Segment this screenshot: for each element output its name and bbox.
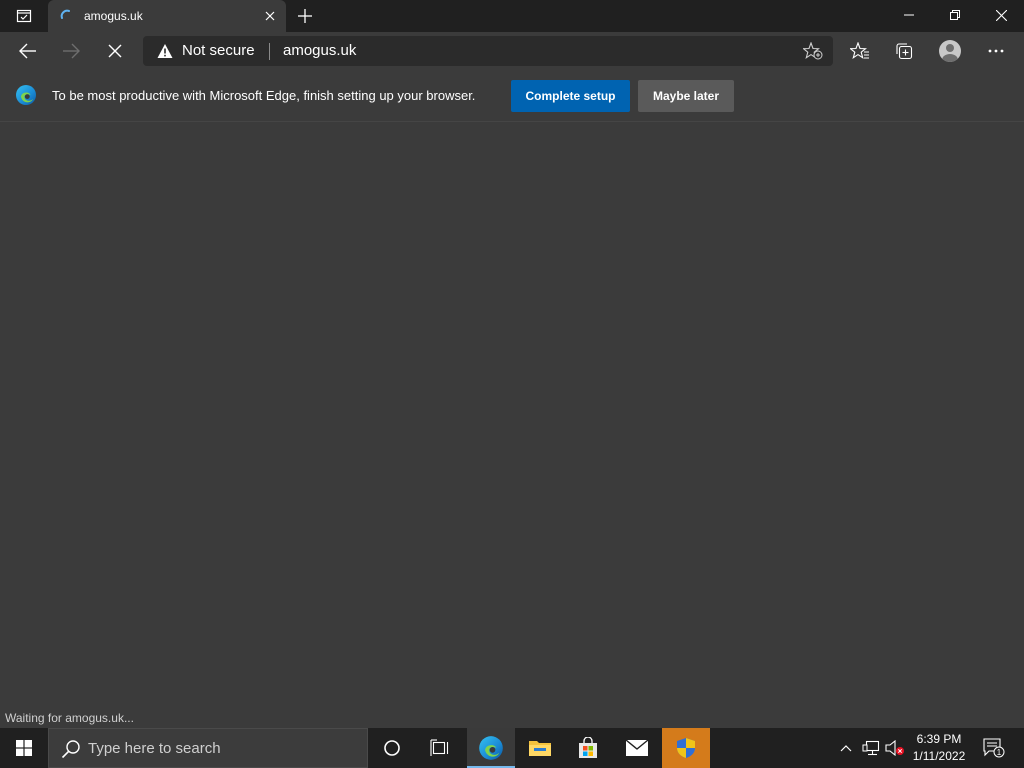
favorites-button[interactable] xyxy=(844,35,876,67)
tab-actions-button[interactable] xyxy=(8,4,40,28)
stop-loading-button[interactable] xyxy=(99,35,131,67)
page-content xyxy=(0,123,1024,728)
restore-icon xyxy=(950,10,960,20)
task-view-button[interactable] xyxy=(416,728,464,768)
clock-time: 6:39 PM xyxy=(916,732,962,746)
notification-count: 1 xyxy=(997,748,1002,757)
folder-icon xyxy=(529,741,551,756)
cortana-button[interactable] xyxy=(368,728,416,768)
tab-actions-icon xyxy=(16,9,32,23)
start-button[interactable] xyxy=(0,728,48,768)
new-tab-button[interactable] xyxy=(292,4,318,28)
loading-spinner-icon xyxy=(60,9,70,19)
chevron-up-icon xyxy=(840,745,852,752)
stop-icon xyxy=(108,44,122,58)
close-window-button[interactable] xyxy=(978,0,1024,30)
minimize-button[interactable] xyxy=(886,0,932,30)
settings-and-more-button[interactable] xyxy=(980,35,1012,67)
arrow-right-icon xyxy=(63,43,80,59)
shield-icon xyxy=(677,738,695,758)
taskbar: Type here to search 6:39 PM 1/11/2022 1 xyxy=(0,728,1024,768)
status-bubble: Waiting for amogus.uk... xyxy=(0,708,139,728)
collections-button[interactable] xyxy=(888,35,920,67)
edge-logo-icon xyxy=(16,85,36,105)
avatar xyxy=(939,40,961,62)
tab-close-button[interactable] xyxy=(262,8,278,24)
taskbar-security-button[interactable] xyxy=(662,728,710,768)
clock-date: 1/11/2022 xyxy=(912,749,966,763)
maybe-later-button[interactable]: Maybe later xyxy=(638,80,734,112)
address-separator xyxy=(269,43,270,60)
title-bar: amogus.uk xyxy=(0,0,1024,32)
setup-infobar: To be most productive with Microsoft Edg… xyxy=(0,70,1024,122)
url-text[interactable]: amogus.uk xyxy=(283,42,356,59)
profile-button[interactable] xyxy=(934,35,966,67)
plus-icon xyxy=(298,9,312,23)
navigation-toolbar: Not secure amogus.uk xyxy=(0,32,1024,70)
complete-setup-button[interactable]: Complete setup xyxy=(511,80,630,112)
notification-icon: 1 xyxy=(983,738,1005,758)
edge-icon xyxy=(479,736,503,760)
more-icon xyxy=(988,49,1004,53)
taskbar-mail-button[interactable] xyxy=(613,728,661,768)
search-icon xyxy=(61,740,80,759)
back-button[interactable] xyxy=(12,35,44,67)
taskbar-search-box[interactable]: Type here to search xyxy=(48,728,368,768)
star-add-icon xyxy=(803,42,823,60)
task-view-icon xyxy=(430,739,449,756)
taskbar-edge-button[interactable] xyxy=(467,728,515,768)
restore-button[interactable] xyxy=(932,0,978,30)
network-button[interactable] xyxy=(860,728,882,768)
windows-logo-icon xyxy=(16,740,32,756)
volume-muted-icon xyxy=(885,740,904,756)
infobar-message: To be most productive with Microsoft Edg… xyxy=(52,88,476,103)
favorites-icon xyxy=(850,42,869,59)
volume-button[interactable] xyxy=(884,728,906,768)
tab-active[interactable]: amogus.uk xyxy=(48,0,286,32)
mail-icon xyxy=(625,739,649,756)
warning-icon[interactable] xyxy=(157,43,173,59)
search-placeholder: Type here to search xyxy=(88,740,221,757)
add-to-favorites-button[interactable] xyxy=(803,42,823,60)
close-icon xyxy=(265,11,275,21)
tab-title: amogus.uk xyxy=(84,9,143,23)
minimize-icon xyxy=(904,14,914,16)
arrow-left-icon xyxy=(19,43,36,59)
action-center-button[interactable]: 1 xyxy=(978,728,1010,768)
cortana-icon xyxy=(384,740,400,756)
security-status-label[interactable]: Not secure xyxy=(182,42,255,59)
forward-button[interactable] xyxy=(55,35,87,67)
show-hidden-icons-button[interactable] xyxy=(836,728,856,768)
collections-icon xyxy=(896,43,913,60)
taskbar-store-button[interactable] xyxy=(564,728,612,768)
taskbar-file-explorer-button[interactable] xyxy=(516,728,564,768)
store-icon xyxy=(579,737,597,758)
taskbar-clock[interactable]: 6:39 PM 1/11/2022 xyxy=(908,731,970,765)
network-icon xyxy=(862,740,880,756)
address-bar[interactable]: Not secure amogus.uk xyxy=(143,36,833,66)
close-icon xyxy=(995,9,1007,21)
